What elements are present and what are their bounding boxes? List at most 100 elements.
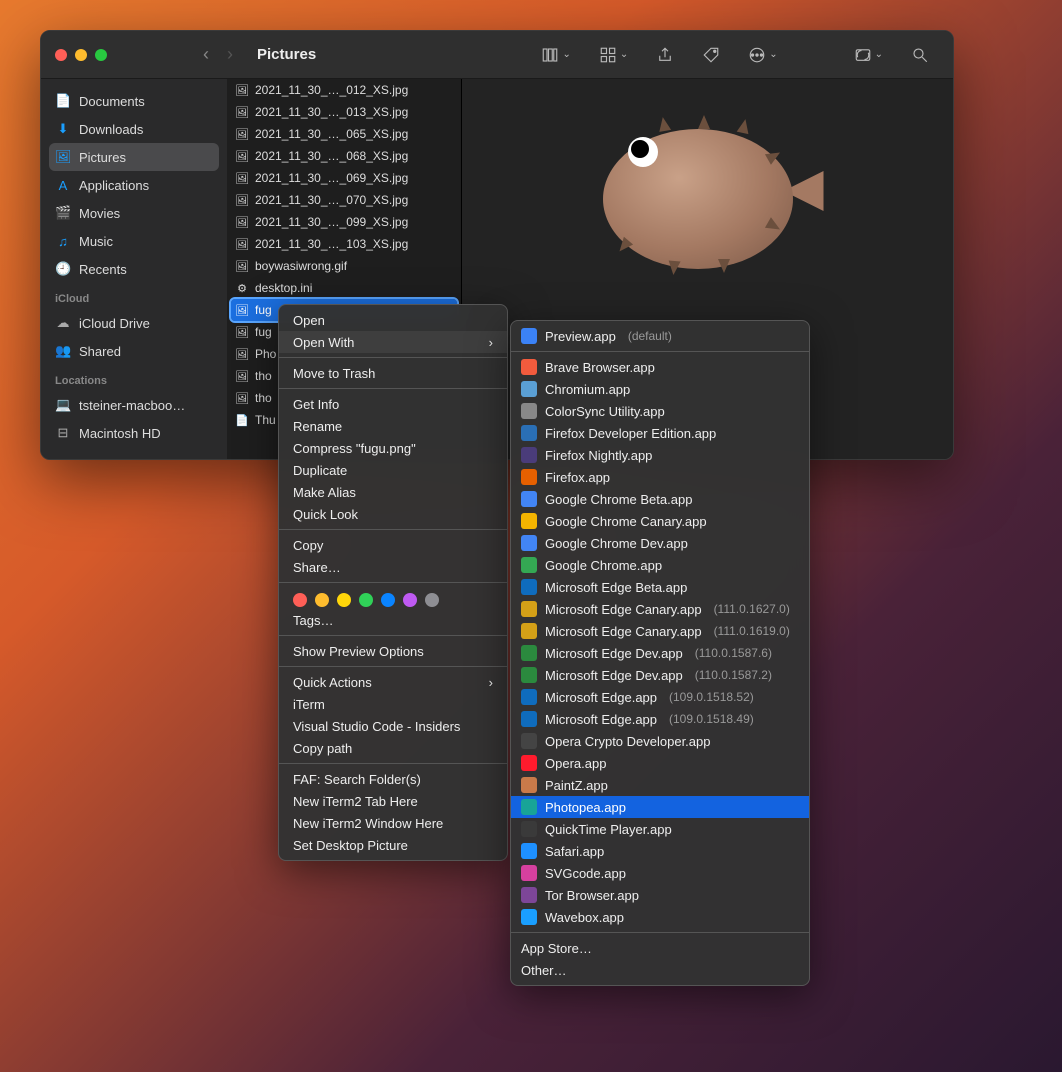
open-with-safari-app[interactable]: Safari.app	[511, 840, 809, 862]
open-with-microsoft-edge-dev-app[interactable]: Microsoft Edge Dev.app(110.0.1587.2)	[511, 664, 809, 686]
menu-item-make-alias[interactable]: Make Alias	[279, 481, 507, 503]
open-with-firefox-nightly-app[interactable]: Firefox Nightly.app	[511, 444, 809, 466]
menu-item-iterm[interactable]: iTerm	[279, 693, 507, 715]
open-with-brave-browser-app[interactable]: Brave Browser.app	[511, 356, 809, 378]
minimize-button[interactable]	[75, 49, 87, 61]
file-row[interactable]: ⚙︎desktop.ini	[227, 277, 461, 299]
menu-item-tags[interactable]: Tags…	[279, 609, 507, 631]
tag-color[interactable]	[425, 593, 439, 607]
sidebar-item-macintosh-hd[interactable]: ⊟Macintosh HD	[41, 419, 227, 447]
sidebar-item-documents[interactable]: 📄Documents	[41, 87, 227, 115]
menu-item-quick-look[interactable]: Quick Look	[279, 503, 507, 525]
open-with-microsoft-edge-beta-app[interactable]: Microsoft Edge Beta.app	[511, 576, 809, 598]
menu-item-rename[interactable]: Rename	[279, 415, 507, 437]
menu-item-compress-fugu-png[interactable]: Compress "fugu.png"	[279, 437, 507, 459]
open-with-other[interactable]: Other…	[511, 959, 809, 981]
sidebar-item-movies[interactable]: 🎬Movies	[41, 199, 227, 227]
forward-button[interactable]: ›	[221, 46, 239, 64]
menu-separator	[279, 388, 507, 389]
menu-item-faf-search-folder-s[interactable]: FAF: Search Folder(s)	[279, 768, 507, 790]
app-icon	[521, 667, 537, 683]
file-row[interactable]: 🖼2021_11_30_…_099_XS.jpg	[227, 211, 461, 233]
menu-separator	[511, 351, 809, 352]
view-mode-button[interactable]: ⌄	[541, 46, 570, 64]
menu-item-copy-path[interactable]: Copy path	[279, 737, 507, 759]
open-with-preview-app[interactable]: Preview.app(default)	[511, 325, 809, 347]
open-with-google-chrome-dev-app[interactable]: Google Chrome Dev.app	[511, 532, 809, 554]
sidebar-item-recents[interactable]: 🕘Recents	[41, 255, 227, 283]
menu-item-open[interactable]: Open	[279, 309, 507, 331]
menu-item-copy[interactable]: Copy	[279, 534, 507, 556]
file-row[interactable]: 🖼2021_11_30_…_065_XS.jpg	[227, 123, 461, 145]
maximize-button[interactable]	[95, 49, 107, 61]
tag-color[interactable]	[337, 593, 351, 607]
file-row[interactable]: 🖼2021_11_30_…_068_XS.jpg	[227, 145, 461, 167]
group-button[interactable]: ⌄	[599, 46, 628, 64]
share-button[interactable]	[656, 46, 674, 64]
menu-item-new-iterm-tab-here[interactable]: New iTerm2 Tab Here	[279, 790, 507, 812]
menu-item-duplicate[interactable]: Duplicate	[279, 459, 507, 481]
open-with-google-chrome-app[interactable]: Google Chrome.app	[511, 554, 809, 576]
open-with-google-chrome-canary-app[interactable]: Google Chrome Canary.app	[511, 510, 809, 532]
tag-color[interactable]	[403, 593, 417, 607]
sidebar-item-music[interactable]: ♫Music	[41, 227, 227, 255]
menu-item-show-preview-options[interactable]: Show Preview Options	[279, 640, 507, 662]
tag-color[interactable]	[315, 593, 329, 607]
menu-label: Get Info	[293, 397, 339, 412]
tag-color[interactable]	[381, 593, 395, 607]
open-with-firefox-app[interactable]: Firefox.app	[511, 466, 809, 488]
open-with-quicktime-player-app[interactable]: QuickTime Player.app	[511, 818, 809, 840]
open-with-tor-browser-app[interactable]: Tor Browser.app	[511, 884, 809, 906]
menu-label: Compress "fugu.png"	[293, 441, 416, 456]
menu-item-share[interactable]: Share…	[279, 556, 507, 578]
sidebar-item-downloads[interactable]: ⬇︎Downloads	[41, 115, 227, 143]
file-row[interactable]: 🖼2021_11_30_…_070_XS.jpg	[227, 189, 461, 211]
open-with-microsoft-edge-canary-app[interactable]: Microsoft Edge Canary.app(111.0.1619.0)	[511, 620, 809, 642]
open-with-colorsync-utility-app[interactable]: ColorSync Utility.app	[511, 400, 809, 422]
sidebar-item-applications[interactable]: AApplications	[41, 171, 227, 199]
back-button[interactable]: ‹	[197, 46, 215, 64]
file-row[interactable]: 🖼2021_11_30_…_103_XS.jpg	[227, 233, 461, 255]
search-button[interactable]	[911, 46, 929, 64]
menu-item-set-desktop-picture[interactable]: Set Desktop Picture	[279, 834, 507, 856]
open-with-paintz-app[interactable]: PaintZ.app	[511, 774, 809, 796]
file-row[interactable]: 🖼2021_11_30_…_013_XS.jpg	[227, 101, 461, 123]
app-name: Safari.app	[545, 844, 604, 859]
file-row[interactable]: 🖼boywasiwrong.gif	[227, 255, 461, 277]
tags-button[interactable]	[702, 46, 720, 64]
menu-item-move-to-trash[interactable]: Move to Trash	[279, 362, 507, 384]
open-with-firefox-developer-edition-app[interactable]: Firefox Developer Edition.app	[511, 422, 809, 444]
open-with-microsoft-edge-app[interactable]: Microsoft Edge.app(109.0.1518.49)	[511, 708, 809, 730]
file-row[interactable]: 🖼2021_11_30_…_012_XS.jpg	[227, 79, 461, 101]
tag-color[interactable]	[293, 593, 307, 607]
open-with-app-store[interactable]: App Store…	[511, 937, 809, 959]
menu-item-visual-studio-code-insiders[interactable]: Visual Studio Code - Insiders	[279, 715, 507, 737]
open-with-photopea-app[interactable]: Photopea.app	[511, 796, 809, 818]
menu-item-new-iterm-window-here[interactable]: New iTerm2 Window Here	[279, 812, 507, 834]
open-with-wavebox-app[interactable]: Wavebox.app	[511, 906, 809, 928]
sidebar-item-shared[interactable]: 👥Shared	[41, 337, 227, 365]
sidebar-label: Recents	[79, 262, 127, 277]
window-title: Pictures	[257, 46, 541, 63]
open-with-microsoft-edge-app[interactable]: Microsoft Edge.app(109.0.1518.52)	[511, 686, 809, 708]
open-with-microsoft-edge-canary-app[interactable]: Microsoft Edge Canary.app(111.0.1627.0)	[511, 598, 809, 620]
open-with-microsoft-edge-dev-app[interactable]: Microsoft Edge Dev.app(110.0.1587.6)	[511, 642, 809, 664]
open-with-opera-crypto-developer-app[interactable]: Opera Crypto Developer.app	[511, 730, 809, 752]
open-with-opera-app[interactable]: Opera.app	[511, 752, 809, 774]
open-with-google-chrome-beta-app[interactable]: Google Chrome Beta.app	[511, 488, 809, 510]
file-row[interactable]: 🖼2021_11_30_…_069_XS.jpg	[227, 167, 461, 189]
open-with-chromium-app[interactable]: Chromium.app	[511, 378, 809, 400]
sidebar-item-tsteiner-macboo-[interactable]: 💻tsteiner-macboo…	[41, 391, 227, 419]
open-with-svgcode-app[interactable]: SVGcode.app	[511, 862, 809, 884]
more-button[interactable]: ⌄	[748, 46, 777, 64]
menu-item-open-with[interactable]: Open With›	[279, 331, 507, 353]
sync-button[interactable]: ⌄	[854, 46, 883, 64]
menu-item-get-info[interactable]: Get Info	[279, 393, 507, 415]
tag-color[interactable]	[359, 593, 373, 607]
sidebar-item-icloud-drive[interactable]: ☁︎iCloud Drive	[41, 309, 227, 337]
menu-item-quick-actions[interactable]: Quick Actions›	[279, 671, 507, 693]
file-icon: 🖼	[235, 347, 249, 361]
menu-label: Quick Actions	[293, 675, 372, 690]
sidebar-item-pictures[interactable]: 🖼Pictures	[49, 143, 219, 171]
close-button[interactable]	[55, 49, 67, 61]
